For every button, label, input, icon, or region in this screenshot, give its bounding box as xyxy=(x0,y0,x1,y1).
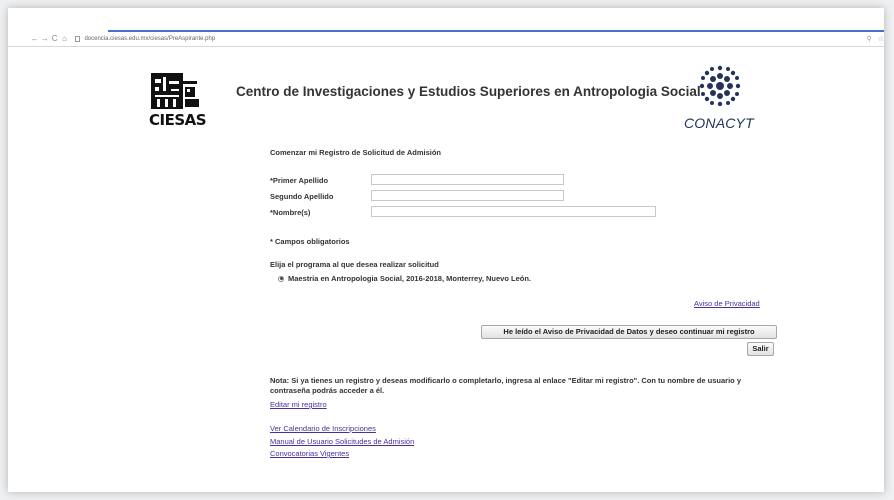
zoom-icon[interactable]: ⚲ xyxy=(867,35,872,43)
forward-icon[interactable]: → xyxy=(40,33,50,45)
calls-link[interactable]: Convocatorias Vigentes xyxy=(270,449,349,458)
program-prompt: Elija el programa al que desea realizar … xyxy=(270,260,439,269)
browser-window: ← → C ⌂ docencia.ciesas.edu.mx/ciesas/Pr… xyxy=(8,8,884,492)
browser-toolbar: ← → C ⌂ docencia.ciesas.edu.mx/ciesas/Pr… xyxy=(8,32,884,47)
back-icon[interactable]: ← xyxy=(30,33,40,45)
user-manual-link[interactable]: Manual de Usuario Solicitudes de Admisió… xyxy=(270,437,414,446)
conacyt-logo-icon xyxy=(699,65,741,107)
edit-registration-note: Nota: Si ya tienes un registro y deseas … xyxy=(270,376,741,395)
program-option-label[interactable]: Maestria en Antropologia Social, 2016-20… xyxy=(288,274,531,283)
given-names-label: *Nombre(s) xyxy=(270,208,311,217)
second-surname-input[interactable] xyxy=(371,190,564,201)
bookmark-star-icon[interactable]: ☆ xyxy=(878,35,884,43)
second-surname-label: Segundo Apellido xyxy=(270,192,334,201)
conacyt-logo-text: CONACYT xyxy=(684,115,754,131)
form-heading: Comenzar mi Registro de Solicitud de Adm… xyxy=(270,148,441,157)
first-surname-label: *Primer Apellido xyxy=(270,176,329,185)
privacy-notice-link[interactable]: Aviso de Privacidad xyxy=(694,299,760,308)
calendar-link[interactable]: Ver Calendario de Inscripciones xyxy=(270,424,376,433)
ciesas-logo-text: CIESAS xyxy=(149,111,207,129)
radio-selected-dot xyxy=(279,277,283,280)
required-fields-note: * Campos obligatorios xyxy=(270,237,350,246)
page-title: Centro de Investigaciones y Estudios Sup… xyxy=(236,84,701,99)
reload-icon[interactable]: C xyxy=(50,33,60,45)
tab-strip xyxy=(8,8,884,30)
given-names-input[interactable] xyxy=(371,206,656,217)
url-text[interactable]: docencia.ciesas.edu.mx/ciesas/PreAspiran… xyxy=(84,36,215,42)
program-radio[interactable] xyxy=(278,275,284,282)
page-icon xyxy=(75,36,81,42)
edit-registration-link[interactable]: Editar mi registro xyxy=(270,400,327,409)
continue-registration-button[interactable]: He leído el Aviso de Privacidad de Datos… xyxy=(481,325,777,339)
exit-button[interactable]: Salir xyxy=(747,342,774,356)
page-content: CIESAS Centro de Investigaciones y Estud… xyxy=(8,47,884,492)
address-bar[interactable]: docencia.ciesas.edu.mx/ciesas/PreAspiran… xyxy=(75,33,854,45)
program-option-row[interactable]: Maestria en Antropologia Social, 2016-20… xyxy=(278,274,531,283)
first-surname-input[interactable] xyxy=(371,174,564,185)
home-icon[interactable]: ⌂ xyxy=(60,33,70,45)
ciesas-logo-icon xyxy=(151,73,199,109)
